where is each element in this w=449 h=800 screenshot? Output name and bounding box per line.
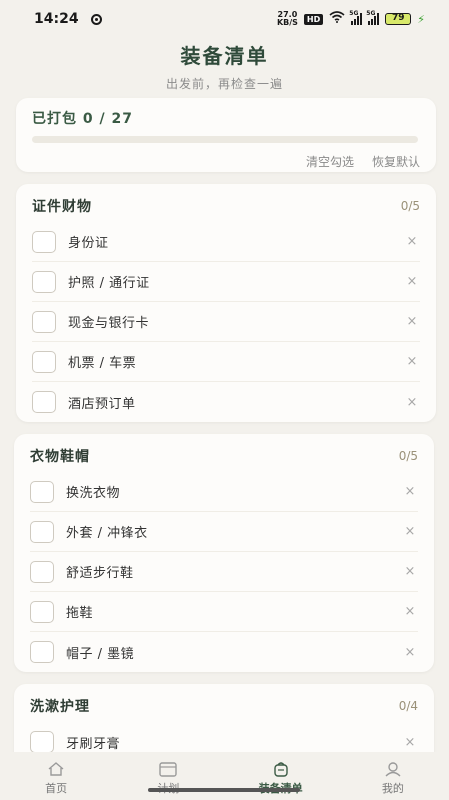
remove-icon[interactable]: × [404, 354, 420, 369]
page-subtitle: 出发前，再检查一遍 [165, 77, 283, 91]
category-card-clothing: 衣物鞋帽 0/5 换洗衣物 × 外套 / 冲锋衣 × 舒适步行鞋 × 拖鞋 × … [14, 434, 434, 672]
list-item[interactable]: 现金与银行卡 × [32, 302, 420, 342]
remove-icon[interactable]: × [404, 274, 420, 289]
list-item[interactable]: 拖鞋 × [30, 592, 418, 632]
item-checkbox[interactable] [32, 391, 56, 413]
user-icon [384, 760, 402, 778]
category-count: 0/5 [400, 199, 420, 213]
item-checkbox[interactable] [30, 600, 54, 623]
item-label: 护照 / 通行证 [68, 276, 150, 291]
remove-icon[interactable]: × [402, 484, 418, 499]
item-checkbox[interactable] [30, 520, 54, 543]
clear-checks-button[interactable]: 清空勾选 [306, 153, 354, 170]
item-label: 身份证 [68, 236, 109, 251]
item-checkbox[interactable] [32, 230, 56, 253]
remove-icon[interactable]: × [402, 645, 418, 660]
category-count: 0/5 [398, 449, 418, 463]
remove-icon[interactable]: × [402, 735, 418, 750]
net-speed: 27.0 KB/S [276, 10, 298, 27]
list-item[interactable]: 身份证 × [32, 222, 420, 262]
category-count: 0/4 [398, 699, 418, 713]
item-label: 舒适步行鞋 [66, 566, 134, 581]
remove-icon[interactable]: × [402, 524, 418, 539]
category-title: 衣物鞋帽 [30, 449, 90, 465]
nav-home[interactable]: 首页 [16, 760, 96, 796]
status-time: 14:24 [34, 11, 79, 27]
nav-home-label: 首页 [45, 782, 68, 795]
remove-icon[interactable]: × [404, 314, 420, 329]
remove-icon[interactable]: × [402, 604, 418, 619]
item-checkbox[interactable] [32, 270, 56, 293]
list-item[interactable]: 外套 / 冲锋衣 × [30, 512, 418, 552]
page-title: 装备清单 [180, 44, 269, 68]
reset-default-button[interactable]: 恢复默认 [372, 153, 420, 170]
item-checkbox[interactable] [32, 310, 56, 333]
packed-count: 已打包 0 / 27 [32, 111, 133, 127]
item-checkbox[interactable] [30, 731, 54, 753]
home-indicator[interactable] [148, 788, 300, 792]
bottom-nav: 首页 计划 装备清单 我的 [0, 752, 449, 800]
battery-icon: 79 [385, 13, 412, 25]
item-checkbox[interactable] [32, 350, 56, 373]
page-header: 装备清单 出发前，再检查一遍 [0, 40, 449, 92]
progress-actions: 清空勾选 恢复默认 [32, 153, 420, 170]
nav-mine[interactable]: 我的 [353, 760, 433, 796]
status-right: 27.0 KB/S HD 5G 5G 79 ⚡ [276, 10, 425, 27]
category-title: 洗漱护理 [30, 699, 90, 715]
item-label: 外套 / 冲锋衣 [66, 526, 148, 541]
category-card-documents: 证件财物 0/5 身份证 × 护照 / 通行证 × 现金与银行卡 × 机票 / … [16, 184, 436, 422]
item-label: 牙刷牙膏 [66, 736, 121, 752]
remove-icon[interactable]: × [404, 395, 420, 410]
signal-icon: 5G [349, 10, 363, 25]
list-item[interactable]: 护照 / 通行证 × [32, 262, 420, 302]
item-label: 换洗衣物 [66, 486, 121, 501]
progress-card: 已打包 0 / 27 清空勾选 恢复默认 [16, 98, 436, 172]
item-label: 酒店预订单 [68, 396, 136, 412]
list-item[interactable]: 换洗衣物 × [30, 472, 418, 512]
item-checkbox[interactable] [30, 560, 54, 583]
list-item[interactable]: 酒店预订单 × [32, 382, 420, 422]
notification-icon [90, 13, 102, 25]
wifi-icon [329, 11, 345, 27]
nav-mine-label: 我的 [381, 782, 404, 795]
item-label: 帽子 / 墨镜 [66, 646, 135, 662]
item-label: 机票 / 车票 [68, 356, 137, 371]
list-item[interactable]: 舒适步行鞋 × [30, 552, 418, 592]
backpack-icon [270, 760, 292, 778]
list-item[interactable]: 帽子 / 墨镜 × [30, 632, 418, 672]
calendar-icon [158, 760, 178, 778]
item-label: 现金与银行卡 [68, 316, 150, 331]
progress-bar [32, 136, 418, 143]
remove-icon[interactable]: × [402, 564, 418, 579]
list-item[interactable]: 机票 / 车票 × [32, 342, 420, 382]
signal-icon-2: 5G [366, 10, 380, 25]
status-bar: 14:24 27.0 KB/S HD 5G 5G 79 ⚡ [0, 0, 449, 38]
item-checkbox[interactable] [30, 641, 54, 663]
item-checkbox[interactable] [30, 480, 54, 503]
charging-icon: ⚡ [417, 12, 425, 26]
category-header: 证件财物 0/5 [16, 184, 436, 222]
category-header: 洗漱护理 0/4 [14, 684, 434, 722]
hd-badge: HD [303, 13, 324, 25]
home-icon [47, 760, 65, 778]
remove-icon[interactable]: × [404, 234, 420, 249]
category-title: 证件财物 [32, 199, 92, 215]
item-label: 拖鞋 [66, 606, 94, 621]
category-header: 衣物鞋帽 0/5 [14, 434, 434, 472]
